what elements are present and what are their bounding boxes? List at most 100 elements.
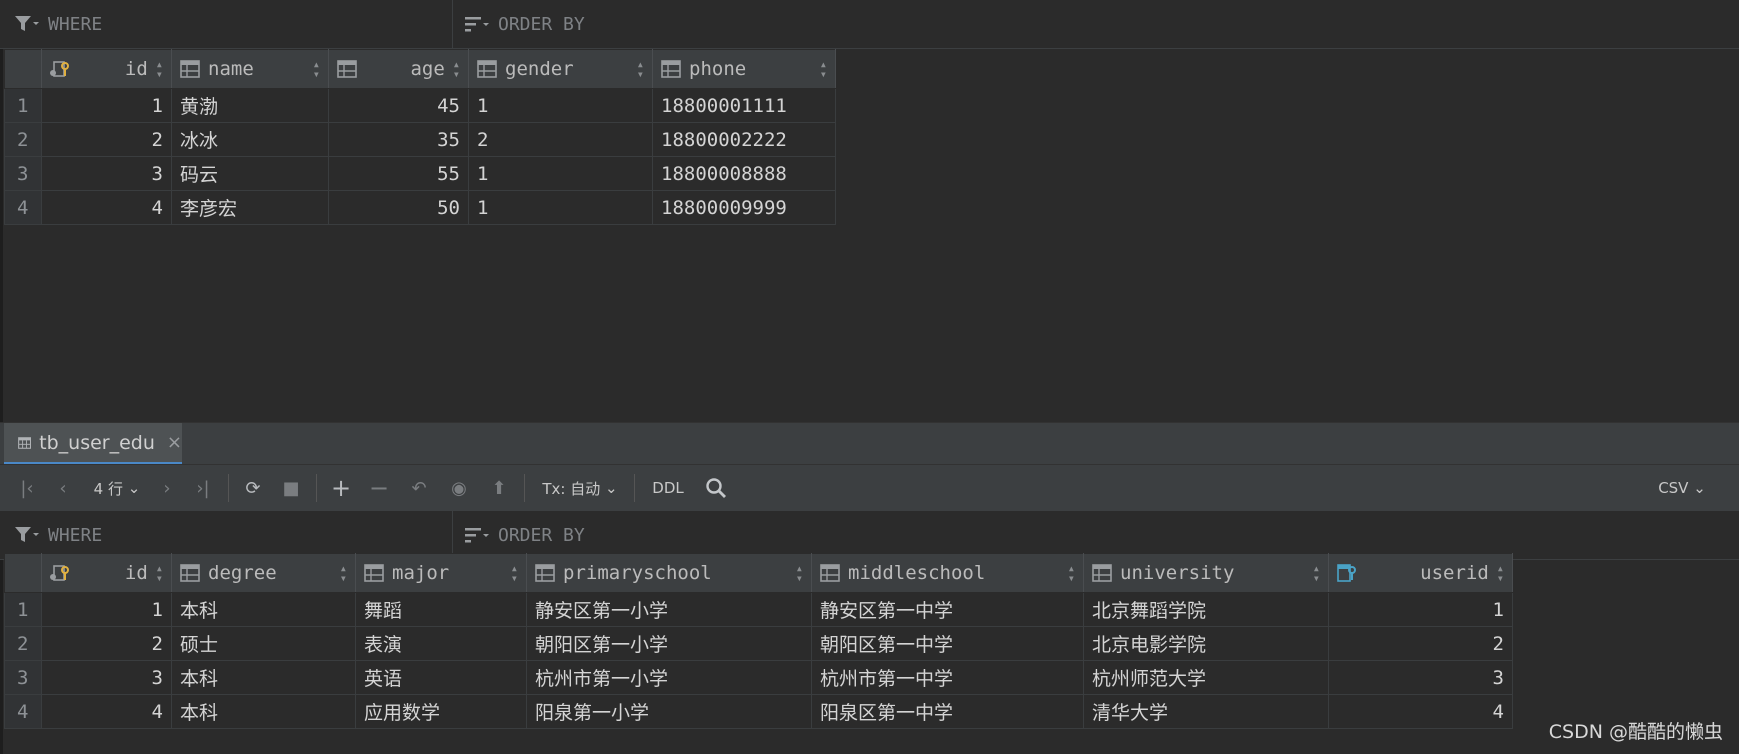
column-header-name[interactable]: name ▴ ▾ <box>171 49 329 89</box>
cell-name[interactable]: 李彦宏 <box>171 190 329 225</box>
cell-age[interactable]: 50 <box>328 190 469 225</box>
column-header-middleschool[interactable]: middleschool ▴ ▾ <box>811 553 1084 593</box>
sort-arrows-icon[interactable]: ▴ ▾ <box>453 58 460 80</box>
tab-tb-user-edu[interactable]: tb_user_edu × <box>4 423 182 465</box>
cell-name[interactable]: 码云 <box>171 156 329 191</box>
sort-arrows-icon[interactable]: ▴ ▾ <box>511 562 518 584</box>
cell-gender[interactable]: 1 <box>468 88 653 123</box>
cell-major[interactable]: 舞蹈 <box>355 592 527 627</box>
column-header-id[interactable]: id ▴ ▾ <box>41 553 172 593</box>
sort-arrows-icon[interactable]: ▴ ▾ <box>796 562 803 584</box>
cell-primaryschool[interactable]: 杭州市第一小学 <box>526 660 812 695</box>
cell-gender[interactable]: 1 <box>468 156 653 191</box>
table-row[interactable]: 4 4 李彦宏 50 1 18800009999 <box>4 190 836 225</box>
cell-university[interactable]: 清华大学 <box>1083 694 1329 729</box>
search-icon[interactable] <box>700 465 732 511</box>
table-row[interactable]: 2 2 硕士 表演 朝阳区第一小学 朝阳区第一中学 北京电影学院 2 <box>4 626 1513 661</box>
cell-age[interactable]: 55 <box>328 156 469 191</box>
cell-id[interactable]: 4 <box>41 190 172 225</box>
cell-id[interactable]: 1 <box>41 592 172 627</box>
cell-phone[interactable]: 18800001111 <box>652 88 836 123</box>
cell-degree[interactable]: 本科 <box>171 660 356 695</box>
row-number[interactable]: 1 <box>4 88 42 123</box>
cell-age[interactable]: 35 <box>328 122 469 157</box>
cell-userid[interactable]: 3 <box>1328 660 1513 695</box>
sort-arrows-icon[interactable]: ▴ ▾ <box>1068 562 1075 584</box>
cell-middleschool[interactable]: 静安区第一中学 <box>811 592 1084 627</box>
sort-arrows-icon[interactable]: ▴ ▾ <box>313 58 320 80</box>
row-number[interactable]: 4 <box>4 694 42 729</box>
refresh-icon[interactable]: ⟳ <box>238 465 268 511</box>
where-filter[interactable]: WHERE <box>14 511 102 559</box>
cell-userid[interactable]: 1 <box>1328 592 1513 627</box>
column-header-primaryschool[interactable]: primaryschool ▴ ▾ <box>526 553 812 593</box>
sort-arrows-icon[interactable]: ▴ ▾ <box>637 58 644 80</box>
table-row[interactable]: 1 1 本科 舞蹈 静安区第一小学 静安区第一中学 北京舞蹈学院 1 <box>4 592 1513 627</box>
cell-userid[interactable]: 2 <box>1328 626 1513 661</box>
row-number[interactable]: 2 <box>4 122 42 157</box>
sort-arrows-icon[interactable]: ▴ ▾ <box>156 562 163 584</box>
column-header-age[interactable]: age ▴ ▾ <box>328 49 469 89</box>
close-icon[interactable]: × <box>167 432 182 453</box>
cell-university[interactable]: 北京舞蹈学院 <box>1083 592 1329 627</box>
cell-id[interactable]: 2 <box>41 122 172 157</box>
revert-icon[interactable]: ↶ <box>404 465 434 511</box>
submit-icon[interactable]: ⬆ <box>484 465 514 511</box>
first-page-icon[interactable]: |‹ <box>12 465 42 511</box>
column-header-major[interactable]: major ▴ ▾ <box>355 553 527 593</box>
sort-arrows-icon[interactable]: ▴ ▾ <box>1497 562 1504 584</box>
cell-id[interactable]: 3 <box>41 660 172 695</box>
previous-page-icon[interactable]: ‹ <box>48 465 78 511</box>
cell-name[interactable]: 黄渤 <box>171 88 329 123</box>
row-number[interactable]: 2 <box>4 626 42 661</box>
cell-middleschool[interactable]: 阳泉区第一中学 <box>811 694 1084 729</box>
transaction-mode-dropdown[interactable]: Tx: 自动 ⌄ <box>538 465 622 511</box>
row-number[interactable]: 4 <box>4 190 42 225</box>
cell-gender[interactable]: 1 <box>468 190 653 225</box>
cell-age[interactable]: 45 <box>328 88 469 123</box>
row-count-dropdown[interactable]: 4 行 ⌄ <box>86 465 148 511</box>
column-header-userid[interactable]: userid ▴ ▾ <box>1328 553 1513 593</box>
cell-degree[interactable]: 硕士 <box>171 626 356 661</box>
column-header-phone[interactable]: phone ▴ ▾ <box>652 49 836 89</box>
cell-name[interactable]: 冰冰 <box>171 122 329 157</box>
sort-arrows-icon[interactable]: ▴ ▾ <box>156 58 163 80</box>
last-page-icon[interactable]: ›| <box>188 465 218 511</box>
cell-major[interactable]: 应用数学 <box>355 694 527 729</box>
cell-id[interactable]: 2 <box>41 626 172 661</box>
cell-university[interactable]: 北京电影学院 <box>1083 626 1329 661</box>
table-row[interactable]: 3 3 本科 英语 杭州市第一小学 杭州市第一中学 杭州师范大学 3 <box>4 660 1513 695</box>
next-page-icon[interactable]: › <box>152 465 182 511</box>
row-number[interactable]: 3 <box>4 156 42 191</box>
row-number[interactable]: 1 <box>4 592 42 627</box>
column-header-university[interactable]: university ▴ ▾ <box>1083 553 1329 593</box>
cell-primaryschool[interactable]: 静安区第一小学 <box>526 592 812 627</box>
cell-middleschool[interactable]: 朝阳区第一中学 <box>811 626 1084 661</box>
sort-arrows-icon[interactable]: ▴ ▾ <box>1313 562 1320 584</box>
cell-userid[interactable]: 4 <box>1328 694 1513 729</box>
cell-degree[interactable]: 本科 <box>171 694 356 729</box>
order-by-filter[interactable]: ORDER BY <box>464 0 585 48</box>
cell-primaryschool[interactable]: 朝阳区第一小学 <box>526 626 812 661</box>
cell-phone[interactable]: 18800009999 <box>652 190 836 225</box>
cell-id[interactable]: 3 <box>41 156 172 191</box>
column-header-id[interactable]: id ▴ ▾ <box>41 49 172 89</box>
cell-major[interactable]: 英语 <box>355 660 527 695</box>
where-filter[interactable]: WHERE <box>14 0 102 48</box>
row-number[interactable]: 3 <box>4 660 42 695</box>
table-row[interactable]: 2 2 冰冰 35 2 18800002222 <box>4 122 836 157</box>
cell-phone[interactable]: 18800002222 <box>652 122 836 157</box>
sort-arrows-icon[interactable]: ▴ ▾ <box>340 562 347 584</box>
stop-icon[interactable]: ■ <box>276 465 306 511</box>
column-header-degree[interactable]: degree ▴ ▾ <box>171 553 356 593</box>
column-header-gender[interactable]: gender ▴ ▾ <box>468 49 653 89</box>
table-row[interactable]: 4 4 本科 应用数学 阳泉第一小学 阳泉区第一中学 清华大学 4 <box>4 694 1513 729</box>
preview-changes-icon[interactable]: ◉ <box>444 465 474 511</box>
table-row[interactable]: 3 3 码云 55 1 18800008888 <box>4 156 836 191</box>
order-by-filter[interactable]: ORDER BY <box>464 511 585 559</box>
cell-major[interactable]: 表演 <box>355 626 527 661</box>
cell-phone[interactable]: 18800008888 <box>652 156 836 191</box>
table-row[interactable]: 1 1 黄渤 45 1 18800001111 <box>4 88 836 123</box>
cell-primaryschool[interactable]: 阳泉第一小学 <box>526 694 812 729</box>
delete-row-icon[interactable]: − <box>364 465 394 511</box>
